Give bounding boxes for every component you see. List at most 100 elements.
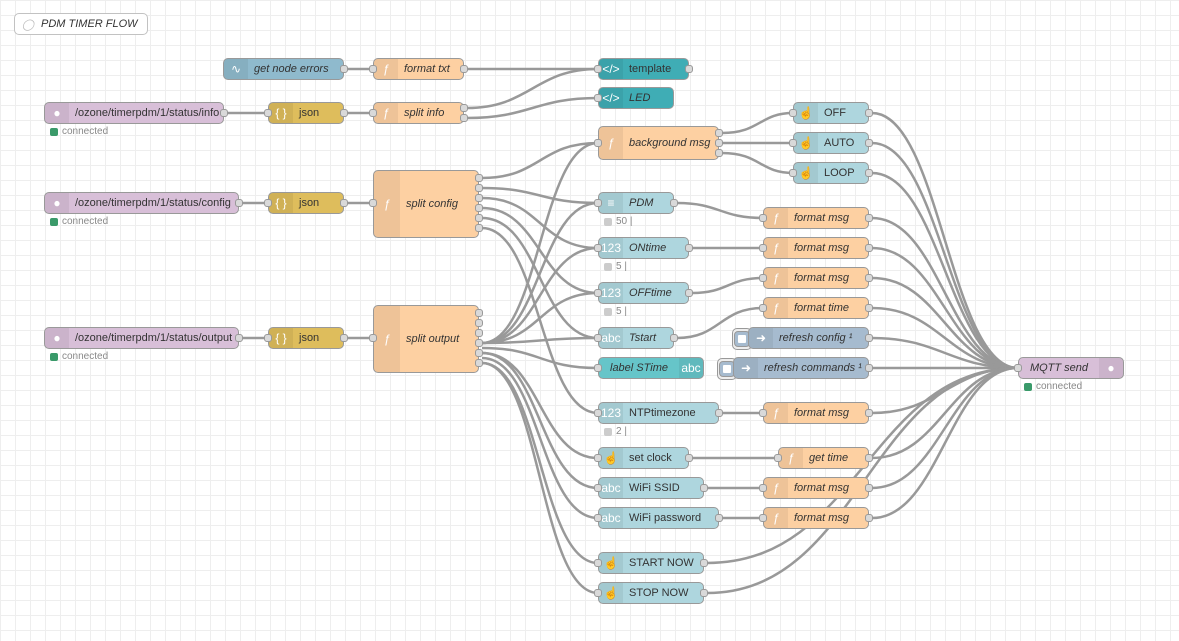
input-port[interactable] bbox=[594, 514, 602, 522]
input-port[interactable] bbox=[594, 139, 602, 147]
input-port[interactable] bbox=[369, 65, 377, 73]
output-port[interactable] bbox=[700, 559, 708, 567]
output-port[interactable] bbox=[475, 214, 483, 222]
input-port[interactable] bbox=[594, 409, 602, 417]
input-port[interactable] bbox=[789, 169, 797, 177]
button-node[interactable]: ☝ OFF bbox=[793, 102, 869, 124]
function-node[interactable]: ƒ split output bbox=[373, 305, 479, 373]
text-input-node[interactable]: abc Tstart bbox=[598, 327, 674, 349]
output-port[interactable] bbox=[865, 334, 873, 342]
output-port[interactable] bbox=[670, 199, 678, 207]
output-port[interactable] bbox=[475, 359, 483, 367]
output-port[interactable] bbox=[475, 349, 483, 357]
mqtt-in-node[interactable]: ⦁ /ozone/timerpdm/1/status/output bbox=[44, 327, 239, 349]
numeric-node[interactable]: 123 NTPtimezone bbox=[598, 402, 719, 424]
text-input-node[interactable]: abc WiFi SSID bbox=[598, 477, 704, 499]
output-port[interactable] bbox=[865, 139, 873, 147]
input-port[interactable] bbox=[594, 559, 602, 567]
input-port[interactable] bbox=[789, 109, 797, 117]
text-input-node[interactable]: abc WiFi password bbox=[598, 507, 719, 529]
slider-node[interactable]: ≡ PDM bbox=[598, 192, 674, 214]
input-port[interactable] bbox=[759, 304, 767, 312]
button-node[interactable]: ☝ START NOW bbox=[598, 552, 704, 574]
button-node[interactable]: ☝ AUTO bbox=[793, 132, 869, 154]
output-port[interactable] bbox=[475, 194, 483, 202]
template-node[interactable]: </> LED bbox=[598, 87, 674, 109]
input-port[interactable] bbox=[594, 65, 602, 73]
output-port[interactable] bbox=[865, 364, 873, 372]
input-port[interactable] bbox=[594, 364, 602, 372]
input-port[interactable] bbox=[369, 109, 377, 117]
output-port[interactable] bbox=[865, 514, 873, 522]
function-node[interactable]: ƒ format msg bbox=[763, 207, 869, 229]
output-port[interactable] bbox=[340, 65, 348, 73]
output-port[interactable] bbox=[700, 484, 708, 492]
output-port[interactable] bbox=[460, 114, 468, 122]
output-port[interactable] bbox=[235, 334, 243, 342]
input-port[interactable] bbox=[759, 409, 767, 417]
output-port[interactable] bbox=[235, 199, 243, 207]
output-port[interactable] bbox=[475, 224, 483, 232]
output-port[interactable] bbox=[340, 199, 348, 207]
output-port[interactable] bbox=[670, 334, 678, 342]
function-node[interactable]: ƒ format msg bbox=[763, 402, 869, 424]
input-port[interactable] bbox=[264, 109, 272, 117]
output-port[interactable] bbox=[475, 174, 483, 182]
output-port[interactable] bbox=[865, 244, 873, 252]
numeric-node[interactable]: 123 ONtime bbox=[598, 237, 689, 259]
inject-node[interactable]: ➜ refresh commands ¹ bbox=[733, 357, 869, 379]
input-port[interactable] bbox=[264, 334, 272, 342]
output-port[interactable] bbox=[865, 109, 873, 117]
input-port[interactable] bbox=[594, 94, 602, 102]
function-node[interactable]: ƒ split info bbox=[373, 102, 464, 124]
output-port[interactable] bbox=[460, 65, 468, 73]
inject-node[interactable]: ➜ refresh config ¹ bbox=[748, 327, 869, 349]
output-port[interactable] bbox=[865, 274, 873, 282]
output-port[interactable] bbox=[715, 139, 723, 147]
output-port[interactable] bbox=[865, 454, 873, 462]
input-port[interactable] bbox=[594, 454, 602, 462]
button-node[interactable]: ☝ set clock bbox=[598, 447, 689, 469]
input-port[interactable] bbox=[594, 589, 602, 597]
output-port[interactable] bbox=[475, 204, 483, 212]
numeric-node[interactable]: 123 OFFtime bbox=[598, 282, 689, 304]
output-port[interactable] bbox=[475, 319, 483, 327]
output-port[interactable] bbox=[715, 149, 723, 157]
mqtt-in-node[interactable]: ⦁ /ozone/timerpdm/1/status/config bbox=[44, 192, 239, 214]
output-port[interactable] bbox=[865, 214, 873, 222]
function-node[interactable]: ƒ format txt bbox=[373, 58, 464, 80]
input-port[interactable] bbox=[759, 244, 767, 252]
input-port[interactable] bbox=[789, 139, 797, 147]
function-node[interactable]: ƒ format msg bbox=[763, 267, 869, 289]
output-port[interactable] bbox=[865, 409, 873, 417]
input-port[interactable] bbox=[594, 199, 602, 207]
catch-node[interactable]: ∿ get node errors bbox=[223, 58, 344, 80]
json-node[interactable]: { } json bbox=[268, 102, 344, 124]
template-node[interactable]: </> template bbox=[598, 58, 689, 80]
input-port[interactable] bbox=[759, 514, 767, 522]
output-port[interactable] bbox=[865, 169, 873, 177]
output-port[interactable] bbox=[685, 244, 693, 252]
output-port[interactable] bbox=[865, 484, 873, 492]
flow-title-comment[interactable]: ◯ PDM TIMER FLOW bbox=[14, 13, 148, 35]
output-port[interactable] bbox=[685, 289, 693, 297]
input-port[interactable] bbox=[594, 334, 602, 342]
text-node[interactable]: label STime abc bbox=[598, 357, 704, 379]
output-port[interactable] bbox=[475, 329, 483, 337]
output-port[interactable] bbox=[865, 304, 873, 312]
input-port[interactable] bbox=[759, 214, 767, 222]
input-port[interactable] bbox=[369, 334, 377, 342]
input-port[interactable] bbox=[774, 454, 782, 462]
output-port[interactable] bbox=[475, 339, 483, 347]
output-port[interactable] bbox=[700, 589, 708, 597]
button-node[interactable]: ☝ LOOP bbox=[793, 162, 869, 184]
function-node[interactable]: ƒ format msg bbox=[763, 507, 869, 529]
input-port[interactable] bbox=[264, 199, 272, 207]
input-port[interactable] bbox=[369, 199, 377, 207]
output-port[interactable] bbox=[220, 109, 228, 117]
input-port[interactable] bbox=[594, 289, 602, 297]
input-port[interactable] bbox=[759, 484, 767, 492]
output-port[interactable] bbox=[460, 104, 468, 112]
output-port[interactable] bbox=[340, 109, 348, 117]
output-port[interactable] bbox=[715, 129, 723, 137]
